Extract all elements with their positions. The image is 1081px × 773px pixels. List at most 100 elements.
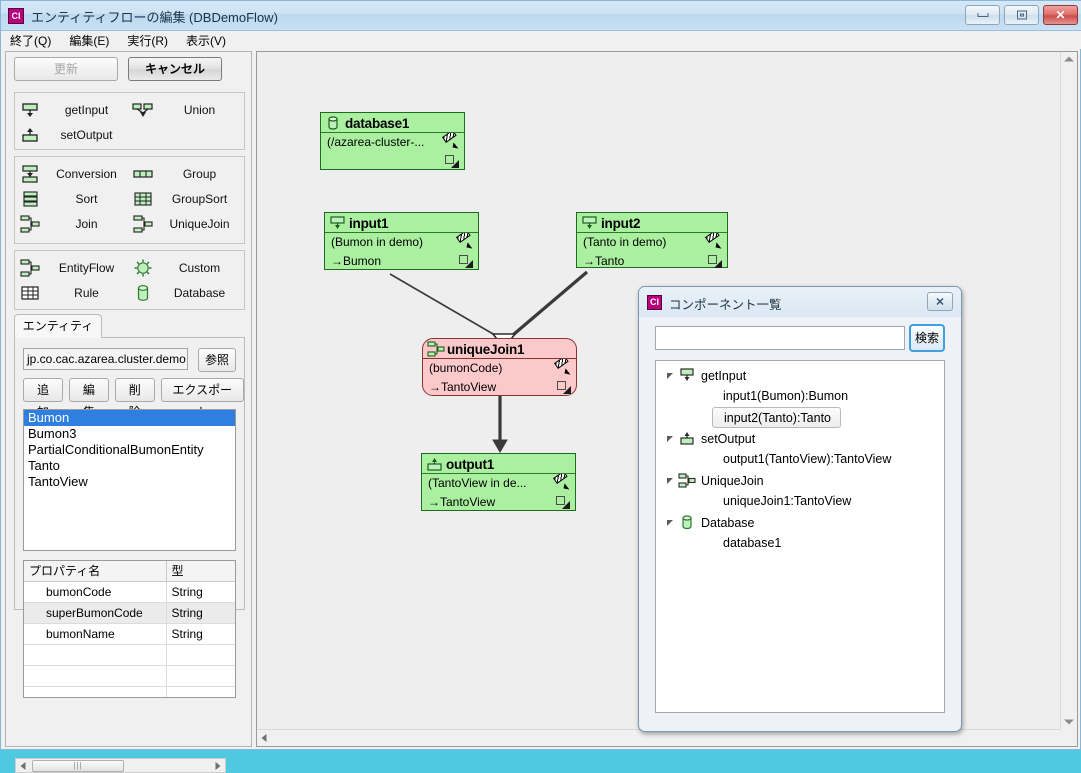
scroll-left-arrow-icon[interactable] bbox=[16, 759, 30, 772]
palette-group-io: getInput Union setOutput bbox=[14, 92, 245, 150]
palette-item-conversion[interactable]: Conversion bbox=[17, 161, 130, 186]
hscroll-thumb[interactable]: ||| bbox=[32, 759, 124, 772]
tree-leaf[interactable]: input1(Bumon):Bumon bbox=[656, 386, 944, 407]
list-item[interactable]: Tanto bbox=[24, 458, 235, 474]
tree-leaf[interactable]: database1 bbox=[656, 533, 944, 554]
tree-leaf-selected[interactable]: input2(Tanto):Tanto bbox=[712, 407, 842, 428]
palette-item-database[interactable]: Database bbox=[130, 280, 243, 305]
close-button[interactable]: ✕ bbox=[1043, 5, 1078, 25]
resize-handle-icon[interactable] bbox=[707, 253, 723, 269]
palette-item-group[interactable]: Group bbox=[130, 161, 243, 186]
palette-item-entityflow[interactable]: EntityFlow bbox=[17, 255, 130, 280]
resize-handle-icon[interactable] bbox=[444, 153, 460, 169]
column-header-type[interactable]: 型 bbox=[166, 561, 235, 582]
edit-pencil-icon[interactable] bbox=[555, 475, 571, 491]
browse-button[interactable]: 参照 bbox=[198, 348, 236, 372]
palette-label: Group bbox=[182, 166, 217, 181]
menu-view[interactable]: 表示(V) bbox=[177, 32, 235, 49]
palette-item-groupsort[interactable]: GroupSort bbox=[130, 186, 243, 211]
node-input1[interactable]: input1 (Bumon in demo) →Bumon bbox=[324, 212, 479, 270]
table-row[interactable] bbox=[24, 686, 235, 697]
node-database1[interactable]: database1 (/azarea-cluster-... bbox=[320, 112, 465, 170]
column-header-name[interactable]: プロパティ名 bbox=[24, 561, 167, 582]
chevron-expand-icon[interactable] bbox=[666, 370, 678, 382]
menu-quit[interactable]: 終了(Q) bbox=[1, 32, 60, 49]
group-sort-icon bbox=[130, 188, 156, 210]
edge-input2-uniquejoin1 bbox=[505, 270, 589, 342]
palette-item-custom[interactable]: Custom bbox=[130, 255, 243, 280]
component-tree[interactable]: getInput input1(Bumon):Bumon input2(Tant… bbox=[655, 360, 945, 713]
tree-leaf[interactable]: uniqueJoin1:TantoView bbox=[656, 491, 944, 512]
cancel-button[interactable]: キャンセル bbox=[128, 57, 222, 81]
scroll-right-arrow-icon[interactable] bbox=[211, 759, 225, 772]
palette-label: Union bbox=[183, 102, 216, 117]
delete-entity-button[interactable]: 削除 bbox=[114, 378, 155, 419]
tree-node-getinput[interactable]: getInput bbox=[656, 365, 944, 386]
node-input2[interactable]: input2 (Tanto in demo) →Tanto bbox=[576, 212, 728, 268]
search-button[interactable]: 検索 bbox=[909, 324, 945, 352]
node-uniquejoin1[interactable]: uniqueJoin1 (bumonCode) →TantoView bbox=[422, 338, 577, 396]
menu-run[interactable]: 実行(R) bbox=[118, 32, 177, 49]
node-output1[interactable]: output1 (TantoView in de... →TantoView bbox=[421, 453, 576, 511]
property-table-hscrollbar[interactable]: ||| bbox=[15, 758, 226, 773]
palette-label: getInput bbox=[64, 102, 109, 117]
minimize-button[interactable] bbox=[965, 5, 1000, 25]
tree-node-label: Database bbox=[701, 515, 755, 530]
palette-item-uniquejoin[interactable]: UniqueJoin bbox=[130, 211, 243, 236]
table-row[interactable] bbox=[24, 644, 235, 666]
tree-node-database[interactable]: Database bbox=[656, 512, 944, 533]
get-input-icon bbox=[17, 99, 43, 121]
resize-handle-icon[interactable] bbox=[458, 253, 474, 269]
add-entity-button[interactable]: 追加 bbox=[23, 378, 63, 419]
edit-pencil-icon[interactable] bbox=[707, 234, 723, 250]
tree-leaf[interactable]: output1(TantoView):TantoView bbox=[656, 449, 944, 470]
set-output-icon bbox=[426, 456, 444, 472]
chevron-expand-icon[interactable] bbox=[666, 433, 678, 445]
node-title: input2 bbox=[601, 215, 641, 231]
palette-item-union[interactable]: Union bbox=[130, 97, 243, 122]
edit-entity-button[interactable]: 編集 bbox=[68, 378, 109, 419]
list-item[interactable]: TantoView bbox=[24, 474, 235, 490]
resize-handle-icon[interactable] bbox=[555, 494, 571, 510]
tab-entity[interactable]: エンティティ bbox=[14, 314, 102, 338]
table-row[interactable]: bumonCode String bbox=[24, 581, 235, 603]
window-titlebar: CI エンティティフローの編集 (DBDemoFlow) ✕ bbox=[1, 1, 1081, 31]
database-cylinder-icon bbox=[678, 514, 698, 531]
chevron-expand-icon[interactable] bbox=[666, 517, 678, 529]
package-input[interactable]: jp.co.cac.azarea.cluster.demo bbox=[23, 348, 188, 370]
action-button-row: 更新 キャンセル bbox=[14, 57, 222, 81]
list-item[interactable]: Bumon3 bbox=[24, 426, 235, 442]
chevron-expand-icon[interactable] bbox=[666, 475, 678, 487]
palette-item-getinput[interactable]: getInput bbox=[17, 97, 130, 122]
dialog-close-button[interactable]: ✕ bbox=[927, 292, 953, 311]
window-controls: ✕ bbox=[965, 5, 1078, 25]
palette-item-setoutput[interactable]: setOutput bbox=[17, 122, 130, 147]
resize-handle-icon[interactable] bbox=[556, 379, 572, 395]
menu-edit[interactable]: 編集(E) bbox=[60, 32, 118, 49]
scroll-down-arrow-icon[interactable] bbox=[1061, 715, 1077, 729]
palette-label: Join bbox=[75, 216, 98, 231]
maximize-button[interactable] bbox=[1004, 5, 1039, 25]
table-row[interactable] bbox=[24, 665, 235, 687]
table-row[interactable]: bumonName String bbox=[24, 623, 235, 645]
update-button[interactable]: 更新 bbox=[14, 57, 118, 81]
list-item[interactable]: PartialConditionalBumonEntity bbox=[24, 442, 235, 458]
palette-item-sort[interactable]: Sort bbox=[17, 186, 130, 211]
edit-pencil-icon[interactable] bbox=[458, 234, 474, 250]
tree-node-setoutput[interactable]: setOutput bbox=[656, 428, 944, 449]
palette-item-rule[interactable]: Rule bbox=[17, 280, 130, 305]
canvas-vertical-scrollbar[interactable] bbox=[1060, 52, 1077, 729]
edit-pencil-icon[interactable] bbox=[556, 360, 572, 376]
export-entity-button[interactable]: エクスポート bbox=[160, 378, 244, 419]
tree-node-uniquejoin[interactable]: UniqueJoin bbox=[656, 470, 944, 491]
search-input[interactable] bbox=[655, 326, 905, 350]
edit-pencil-icon[interactable] bbox=[444, 134, 460, 150]
canvas-scroll-left-arrow-icon[interactable] bbox=[257, 731, 271, 744]
node-line-1-text: (Bumon in demo) bbox=[331, 235, 424, 249]
table-row[interactable]: superBumonCode String bbox=[24, 602, 235, 624]
scroll-up-arrow-icon[interactable] bbox=[1061, 52, 1077, 66]
palette-item-join[interactable]: Join bbox=[17, 211, 130, 236]
node-title: database1 bbox=[345, 115, 410, 131]
list-item[interactable]: Bumon bbox=[24, 410, 235, 426]
entity-list[interactable]: Bumon Bumon3 PartialConditionalBumonEnti… bbox=[23, 409, 236, 551]
